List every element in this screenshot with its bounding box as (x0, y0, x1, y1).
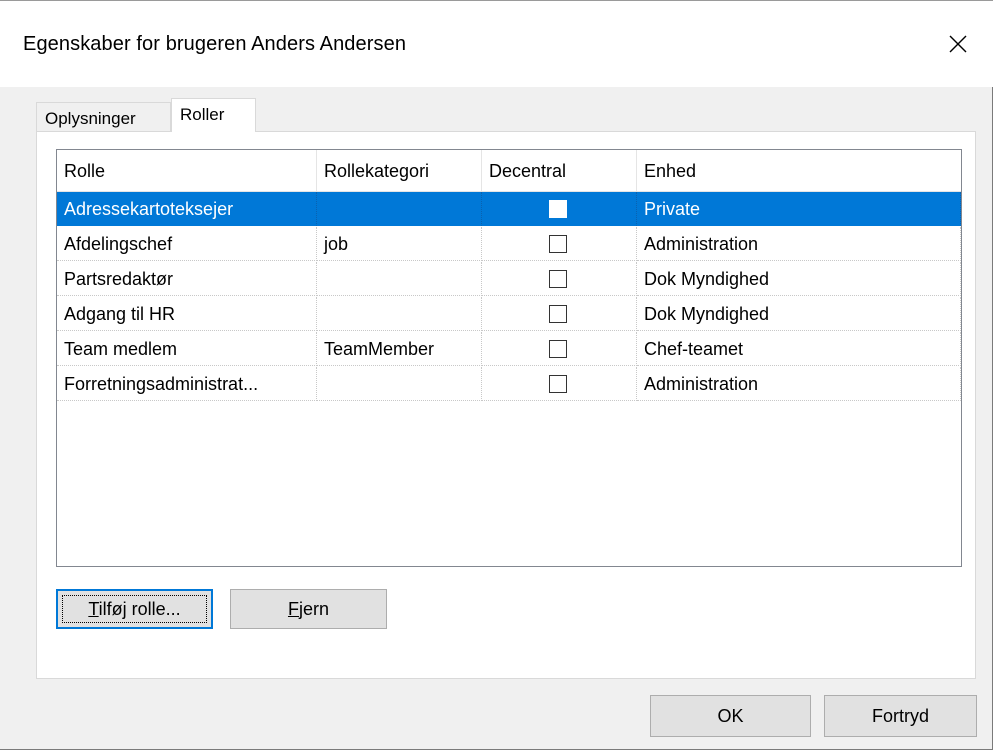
cancel-button[interactable]: Fortryd (824, 695, 977, 737)
cell-enhed: Administration (637, 367, 961, 401)
cell-enhed: Dok Myndighed (637, 297, 961, 331)
cell-decentral (482, 367, 637, 401)
cell-enhed: Dok Myndighed (637, 262, 961, 296)
close-button[interactable] (923, 2, 993, 86)
ok-button[interactable]: OK (650, 695, 811, 737)
cell-decentral (482, 332, 637, 366)
cell-rollekategori (317, 297, 482, 331)
column-header-enhed[interactable]: Enhed (637, 150, 961, 192)
table-row[interactable]: Partsredaktør Dok Myndighed (57, 262, 961, 296)
properties-dialog: Egenskaber for brugeren Anders Andersen … (0, 0, 993, 750)
close-icon (949, 35, 967, 53)
cell-rolle: Adgang til HR (57, 297, 317, 331)
cell-rolle: Afdelingschef (57, 227, 317, 261)
cell-rolle: Team medlem (57, 332, 317, 366)
table-row[interactable]: Adressekartoteksejer Private (57, 192, 961, 226)
decentral-checkbox[interactable] (549, 235, 567, 253)
column-header-decentral[interactable]: Decentral (482, 150, 637, 192)
focus-rectangle (62, 595, 207, 623)
decentral-checkbox[interactable] (549, 340, 567, 358)
column-header-rollekategori[interactable]: Rollekategori (317, 150, 482, 192)
cell-decentral (482, 227, 637, 261)
cell-rolle: Adressekartoteksejer (57, 192, 317, 226)
cell-decentral (482, 262, 637, 296)
tab-roller[interactable]: Roller (171, 98, 256, 132)
cell-rollekategori (317, 192, 482, 226)
decentral-checkbox[interactable] (549, 200, 567, 218)
title-bar: Egenskaber for brugeren Anders Andersen (0, 0, 993, 87)
table-row[interactable]: Afdelingschef job Administration (57, 227, 961, 261)
cell-rollekategori (317, 262, 482, 296)
column-header-rolle[interactable]: Rolle (57, 150, 317, 192)
remove-role-button[interactable]: Fjern (230, 589, 387, 629)
tab-oplysninger[interactable]: Oplysninger (36, 102, 171, 131)
cell-decentral (482, 192, 637, 226)
cell-enhed: Private (637, 192, 961, 226)
table-row[interactable]: Forretningsadministrat... Administration (57, 367, 961, 401)
roles-list-header: Rolle Rollekategori Decentral Enhed (57, 150, 961, 192)
cell-rollekategori (317, 367, 482, 401)
cell-enhed: Chef-teamet (637, 332, 961, 366)
cell-decentral (482, 297, 637, 331)
cell-rolle: Partsredaktør (57, 262, 317, 296)
remove-role-label: Fjern (287, 598, 329, 619)
decentral-checkbox[interactable] (549, 375, 567, 393)
add-role-button[interactable]: Tilføj rolle... (56, 589, 213, 629)
cell-enhed: Administration (637, 227, 961, 261)
decentral-checkbox[interactable] (549, 305, 567, 323)
cell-rolle: Forretningsadministrat... (57, 367, 317, 401)
window-title: Egenskaber for brugeren Anders Andersen (23, 33, 407, 55)
roles-list[interactable]: Rolle Rollekategori Decentral Enhed Adre… (56, 149, 962, 567)
decentral-checkbox[interactable] (549, 270, 567, 288)
table-row[interactable]: Team medlem TeamMember Chef-teamet (57, 332, 961, 366)
cell-rollekategori: job (317, 227, 482, 261)
table-row[interactable]: Adgang til HR Dok Myndighed (57, 297, 961, 331)
cell-rollekategori: TeamMember (317, 332, 482, 366)
